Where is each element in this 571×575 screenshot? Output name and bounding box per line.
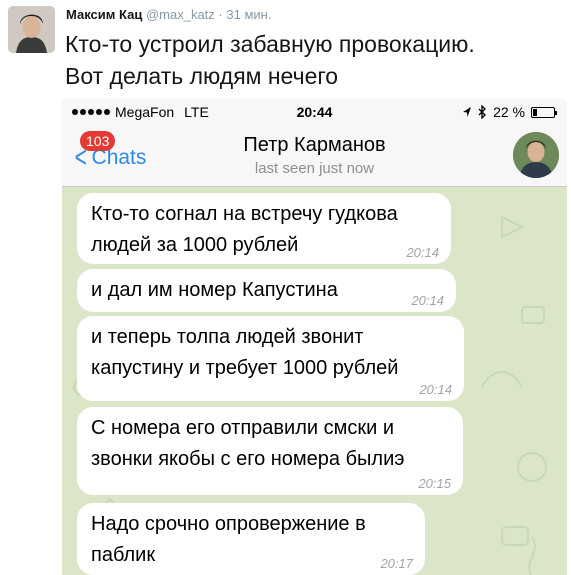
message-text: и дал им номер Капустина [91, 279, 338, 301]
author-handle[interactable]: @max_katz [146, 7, 215, 22]
battery-percent: 22 % [493, 104, 525, 120]
tweet-text: Кто-то устроил забавную провокацию. Вот … [65, 28, 565, 92]
attached-screenshot[interactable]: MegaFon LTE 20:44 22 % < Chats 103 Петр … [62, 99, 567, 575]
message-time: 20:14 [419, 382, 452, 397]
message-time: 20:14 [406, 245, 439, 260]
header-separator: · [218, 7, 223, 22]
tweet-time[interactable]: 31 мин. [226, 7, 271, 22]
message-time: 20:14 [411, 293, 444, 308]
contact-avatar[interactable] [513, 132, 559, 178]
message-bubble[interactable]: и дал им номер Капустина 20:14 [77, 269, 456, 312]
message-bubble[interactable]: С номера его отправили смски и звонки як… [77, 407, 463, 495]
battery-level [533, 108, 538, 116]
contact-avatar-image [513, 132, 559, 178]
message-time: 20:15 [418, 476, 451, 491]
message-bubble[interactable]: Кто-то согнал на встречу гудкова людей з… [77, 193, 451, 264]
message-text: Кто-то согнал на встречу гудкова людей з… [91, 203, 398, 256]
battery-icon [531, 106, 557, 118]
message-bubble[interactable]: Надо срочно опровержение в паблик 20:17 [77, 503, 425, 575]
author-avatar[interactable] [8, 6, 55, 53]
location-arrow-icon [463, 107, 472, 117]
author-avatar-image [8, 6, 55, 53]
contact-name[interactable]: Петр Карманов [62, 134, 567, 157]
tweet-text-line: Кто-то устроил забавную провокацию. [65, 31, 475, 57]
message-text: Надо срочно опровержение в паблик [91, 513, 366, 566]
author-name[interactable]: Максим Кац [66, 7, 142, 22]
message-time: 20:17 [380, 556, 413, 571]
last-seen-status: last seen just now [254, 160, 375, 177]
bluetooth-icon [478, 105, 486, 119]
message-text: С номера его отправили смски и звонки як… [91, 417, 405, 470]
status-bar: MegaFon LTE 20:44 22 % [62, 99, 567, 125]
message-bubble[interactable]: и теперь толпа людей звонит капустину и … [77, 316, 464, 401]
tweet-text-line: Вот делать людям нечего [65, 63, 339, 89]
message-text: и теперь толпа людей звонит капустину и … [91, 326, 399, 379]
tweet-header: Максим Кац @max_katz · 31 мин. [66, 7, 271, 22]
chat-navbar: < Chats 103 Петр Карманов last seen just… [62, 125, 567, 187]
